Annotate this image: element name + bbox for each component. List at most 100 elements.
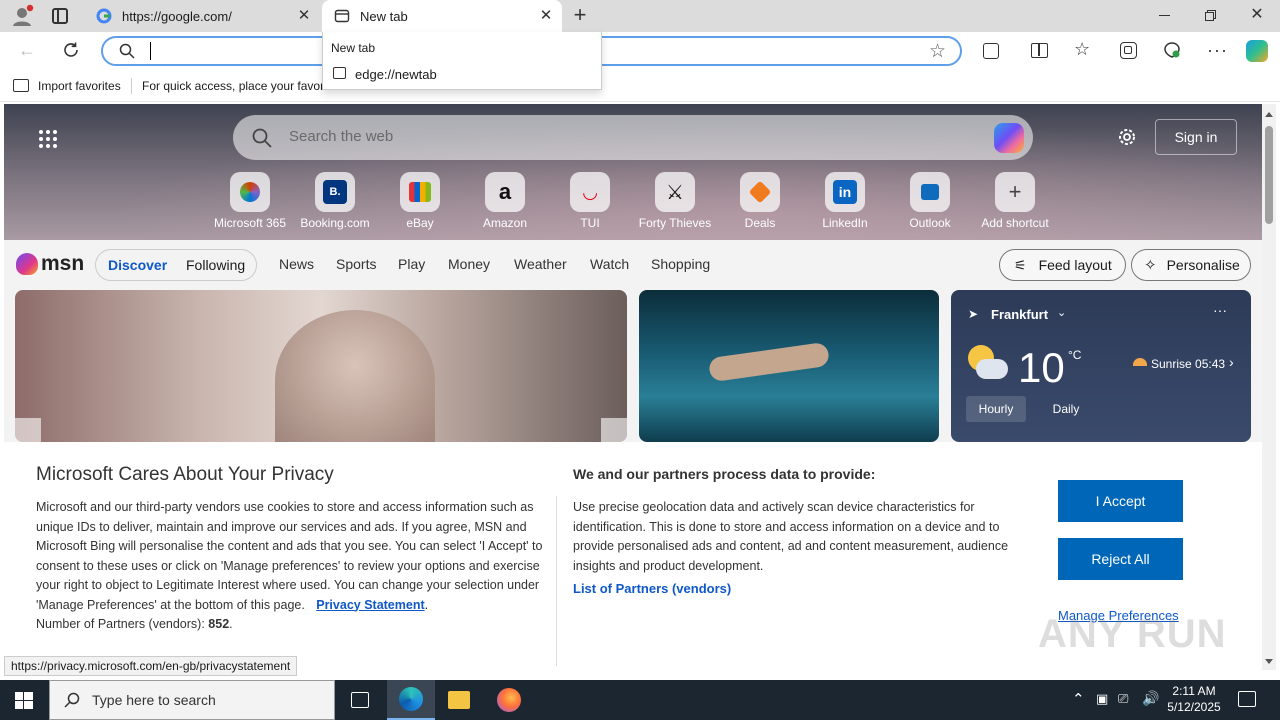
windows-start-icon[interactable] bbox=[15, 692, 33, 709]
add-shortcut-button[interactable]: + Add shortcut bbox=[975, 172, 1055, 230]
edge-taskbar-icon[interactable] bbox=[387, 680, 435, 720]
personalise-button[interactable]: ✧ Personalise bbox=[1131, 249, 1251, 281]
refresh-icon[interactable] bbox=[62, 41, 80, 59]
nav-weather[interactable]: Weather bbox=[514, 256, 567, 272]
close-window-icon[interactable]: ✕ bbox=[1249, 6, 1265, 24]
minimize-icon[interactable] bbox=[1159, 15, 1170, 16]
weather-city[interactable]: Frankfurt bbox=[991, 307, 1048, 322]
favorite-star-icon[interactable]: ☆ bbox=[929, 40, 946, 63]
carousel-next-icon[interactable] bbox=[601, 418, 627, 442]
clock[interactable]: 2:11 AM 5/12/2025 bbox=[1166, 683, 1222, 715]
nav-watch[interactable]: Watch bbox=[590, 256, 629, 272]
weather-unit: °C bbox=[1068, 348, 1082, 362]
more-menu-icon[interactable]: ··· bbox=[1207, 40, 1228, 61]
shortcut-amazon[interactable]: a Amazon bbox=[465, 172, 545, 230]
tab-following[interactable]: Following bbox=[186, 257, 245, 273]
microsoft-365-icon bbox=[230, 172, 270, 212]
tab-discover[interactable]: Discover bbox=[108, 257, 167, 273]
tab-daily[interactable]: Daily bbox=[1041, 396, 1091, 422]
sign-in-button[interactable]: Sign in bbox=[1155, 119, 1237, 155]
nav-money[interactable]: Money bbox=[448, 256, 490, 272]
shortcut-label: LinkedIn bbox=[822, 216, 868, 230]
amazon-icon: a bbox=[485, 172, 525, 212]
privacy-statement-link[interactable]: Privacy Statement bbox=[316, 598, 424, 612]
weather-card[interactable]: ➤ Frankfurt ⌄ ··· 10 °C Sunrise 05:43 › … bbox=[951, 290, 1251, 442]
import-favorites-icon bbox=[13, 79, 29, 92]
more-options-icon[interactable]: ··· bbox=[1213, 302, 1227, 318]
favorites-bar: Import favorites For quick access, place… bbox=[0, 70, 1280, 102]
notifications-icon[interactable] bbox=[1238, 691, 1256, 707]
collections-icon[interactable] bbox=[1120, 42, 1137, 59]
tab-hourly[interactable]: Hourly bbox=[966, 396, 1026, 422]
discover-following-toggle: Discover Following bbox=[95, 249, 257, 281]
web-search-placeholder: Search the web bbox=[289, 128, 394, 145]
reject-all-button[interactable]: Reject All bbox=[1058, 538, 1183, 580]
shortcut-tui[interactable]: ◡ TUI bbox=[550, 172, 630, 230]
tray-device-icon[interactable]: ▣ bbox=[1096, 691, 1108, 707]
import-favorites-link[interactable]: Import favorites bbox=[38, 79, 121, 93]
tab-google[interactable]: https://google.com/ ✕ bbox=[84, 0, 320, 32]
task-view-icon[interactable] bbox=[351, 692, 369, 708]
carousel-prev-icon[interactable] bbox=[15, 418, 41, 442]
close-tab-icon[interactable]: ✕ bbox=[538, 8, 554, 24]
search-icon bbox=[252, 128, 272, 148]
shortcut-forty-thieves[interactable]: ⚔ Forty Thieves bbox=[635, 172, 715, 230]
shortcut-label: Forty Thieves bbox=[638, 216, 712, 230]
network-icon[interactable]: ⎚ bbox=[1118, 691, 1128, 707]
tab-title: https://google.com/ bbox=[122, 8, 232, 24]
back-icon[interactable]: ← bbox=[18, 40, 36, 61]
nav-play[interactable]: Play bbox=[398, 256, 425, 272]
shortcut-linkedin[interactable]: in LinkedIn bbox=[805, 172, 885, 230]
profile-icon[interactable] bbox=[10, 4, 34, 28]
shortcut-outlook[interactable]: Outlook bbox=[890, 172, 970, 230]
favorites-hint: For quick access, place your favori bbox=[142, 79, 327, 93]
scroll-down-icon[interactable] bbox=[1265, 659, 1273, 664]
chevron-right-icon[interactable]: › bbox=[1229, 354, 1234, 370]
taskbar-search-placeholder: Type here to search bbox=[92, 692, 216, 708]
tab-actions-icon[interactable] bbox=[52, 8, 68, 24]
web-search-box[interactable]: Search the web bbox=[233, 115, 1033, 160]
close-tab-icon[interactable]: ✕ bbox=[296, 8, 312, 24]
copilot-icon[interactable] bbox=[994, 123, 1024, 153]
chevron-down-icon[interactable]: ⌄ bbox=[1057, 306, 1066, 319]
msn-logo[interactable]: msn bbox=[16, 251, 84, 277]
settings-gear-icon[interactable] bbox=[1116, 126, 1138, 148]
apps-launcher-icon[interactable] bbox=[38, 129, 58, 149]
sliders-icon: ⚟ bbox=[1014, 256, 1027, 273]
feed-layout-button[interactable]: ⚟ Feed layout bbox=[999, 249, 1126, 281]
browser-essentials-icon[interactable] bbox=[1163, 41, 1181, 59]
favorites-icon[interactable]: ☆ bbox=[1074, 39, 1090, 60]
list-of-partners-link[interactable]: List of Partners (vendors) bbox=[573, 581, 731, 596]
scroll-up-icon[interactable] bbox=[1265, 112, 1273, 117]
news-card-main[interactable] bbox=[15, 290, 627, 442]
shortcut-ebay[interactable]: eBay bbox=[380, 172, 460, 230]
tab-new-tab[interactable]: New tab ✕ bbox=[322, 0, 562, 32]
weather-sunrise: Sunrise 05:43 bbox=[1151, 357, 1226, 371]
news-card-swimmer[interactable] bbox=[639, 290, 939, 442]
new-tab-button[interactable]: + bbox=[570, 4, 590, 28]
taskbar-search-box[interactable]: Type here to search bbox=[49, 680, 335, 720]
scrollbar-thumb[interactable] bbox=[1265, 126, 1273, 224]
split-screen-icon[interactable] bbox=[1031, 43, 1048, 58]
i-accept-button[interactable]: I Accept bbox=[1058, 480, 1183, 522]
privacy-body: Microsoft and our third-party vendors us… bbox=[36, 500, 543, 612]
shortcut-booking[interactable]: B. Booking.com bbox=[295, 172, 375, 230]
news-image bbox=[707, 341, 831, 383]
copilot-icon[interactable] bbox=[1246, 40, 1268, 62]
banner-divider bbox=[556, 496, 557, 666]
extensions-icon[interactable] bbox=[983, 43, 999, 59]
clock-time: 2:11 AM bbox=[1172, 684, 1216, 698]
nav-sports[interactable]: Sports bbox=[336, 256, 376, 272]
restore-icon[interactable] bbox=[1205, 10, 1216, 21]
volume-icon[interactable]: 🔊 bbox=[1142, 690, 1159, 707]
nav-news[interactable]: News bbox=[279, 256, 314, 272]
page-scrollbar[interactable] bbox=[1262, 104, 1276, 670]
partners-label: Number of Partners (vendors): bbox=[36, 617, 205, 631]
tray-chevron-icon[interactable]: ⌃ bbox=[1072, 690, 1085, 708]
firefox-icon[interactable] bbox=[497, 688, 521, 712]
nav-shopping[interactable]: Shopping bbox=[651, 256, 710, 272]
file-explorer-icon[interactable] bbox=[448, 691, 470, 709]
shortcut-deals[interactable]: Deals bbox=[720, 172, 800, 230]
shortcut-microsoft-365[interactable]: Microsoft 365 bbox=[210, 172, 290, 230]
suggestion-item[interactable]: edge://newtab bbox=[323, 64, 601, 88]
